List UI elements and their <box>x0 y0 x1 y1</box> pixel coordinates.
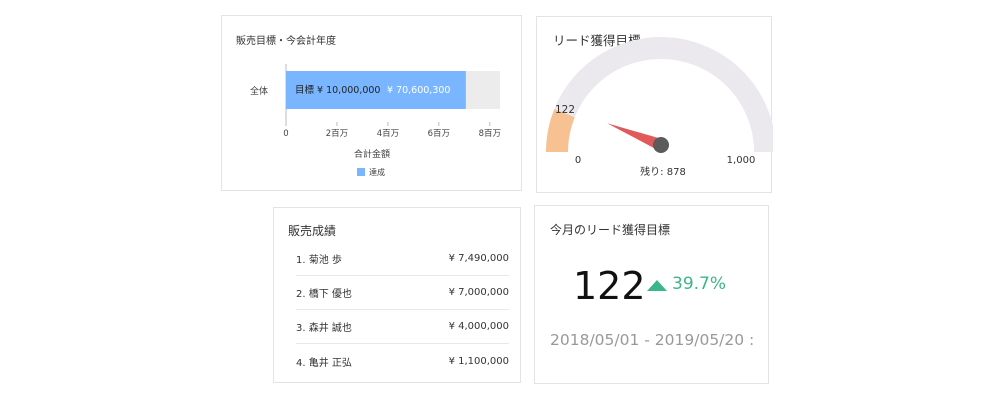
list-item[interactable]: 2. 橋下 優也 ¥ 7,000,000 <box>296 276 509 310</box>
category-label: 全体 <box>250 85 268 97</box>
rank-amount: ¥ 4,000,000 <box>448 321 509 332</box>
rank-amount: ¥ 7,490,000 <box>448 253 509 264</box>
trend-up-icon <box>647 280 667 291</box>
x-tick-label: 6百万 <box>428 129 450 139</box>
kpi-value: 122 <box>573 264 646 308</box>
gauge-current-value: 122 <box>555 104 575 116</box>
monthly-lead-kpi-card: 今月のリード獲得目標 122 39.7% 2018/05/01 - 2019/0… <box>534 205 769 384</box>
x-tick-label: 2百万 <box>326 129 348 139</box>
gauge-track <box>546 37 773 153</box>
gauge-remaining-label: 残り: 878 <box>640 165 686 178</box>
gauge-fill <box>546 108 575 153</box>
lead-gauge-card: リード獲得目標 122 0 1,000 残り: 878 <box>536 16 773 193</box>
legend-label[interactable]: 達成 <box>369 167 385 177</box>
x-tick-label: 0 <box>283 129 288 139</box>
ranking-list: 1. 菊池 歩 ¥ 7,490,000 2. 橋下 優也 ¥ 7,000,000… <box>296 242 509 378</box>
gauge-min-label: 0 <box>575 155 581 166</box>
rank-name: 1. 菊池 歩 <box>296 255 342 266</box>
gauge-hub <box>653 137 669 153</box>
list-item[interactable]: 3. 森井 誠也 ¥ 4,000,000 <box>296 310 509 344</box>
ranking-title: 販売成績 <box>288 224 337 238</box>
gauge-max-label: 1,000 <box>727 155 756 166</box>
list-item[interactable]: 4. 亀井 正弘 ¥ 1,100,000 <box>296 344 509 378</box>
x-axis-ticks: 0 2百万 4百万 6百万 8百万 <box>283 122 501 139</box>
legend-swatch <box>357 168 365 176</box>
rank-name: 2. 橋下 優也 <box>296 289 352 300</box>
x-tick-label: 4百万 <box>377 129 399 139</box>
x-axis-title: 合計金額 <box>354 148 390 160</box>
sales-goal-chart: 全体 目標 ¥ 10,000,000 ¥ 70,600,300 0 2百万 4百万 6… <box>250 64 501 177</box>
sales-ranking-card: 販売成績 1. 菊池 歩 ¥ 7,490,000 2. 橋下 優也 ¥ 7,00… <box>273 207 521 383</box>
rank-name: 3. 森井 誠也 <box>296 323 352 334</box>
bar-actual-label: ¥ 70,600,300 <box>387 85 450 96</box>
rank-amount: ¥ 1,100,000 <box>448 355 509 367</box>
x-tick-label: 8百万 <box>479 129 501 139</box>
lead-gauge: 122 0 1,000 残り: 878 <box>546 37 773 178</box>
kpi-change: 39.7% <box>672 274 727 294</box>
bar-target-label: 目標 ¥ 10,000,000 <box>295 84 380 96</box>
rank-name: 4. 亀井 正弘 <box>296 357 352 369</box>
kpi-title: 今月のリード獲得目標 <box>550 223 671 237</box>
sales-goal-card: 販売目標・今会計年度 全体 目標 ¥ 10,000,000 ¥ 70,600,3… <box>221 15 522 191</box>
list-item[interactable]: 1. 菊池 歩 ¥ 7,490,000 <box>296 242 509 276</box>
kpi-period: 2018/05/01 - 2019/05/20 : <box>550 331 755 349</box>
rank-amount: ¥ 7,000,000 <box>448 287 509 298</box>
